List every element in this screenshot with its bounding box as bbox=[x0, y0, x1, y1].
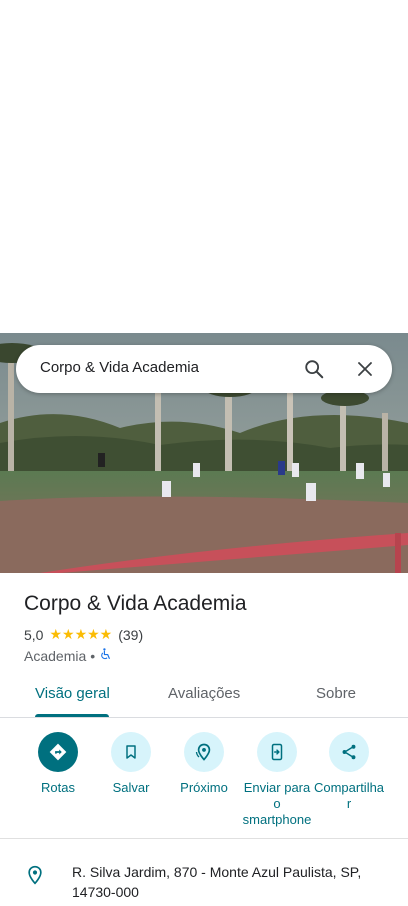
share-button[interactable]: Compartilhar bbox=[313, 732, 385, 812]
tab-overview[interactable]: Visão geral bbox=[35, 685, 110, 702]
rating-row[interactable]: 5,0 ★★★★★ (39) bbox=[24, 626, 143, 643]
rating-stars: ★★★★★ bbox=[49, 626, 113, 642]
share-icon[interactable] bbox=[329, 732, 369, 772]
address-text[interactable]: R. Silva Jardim, 870 - Monte Azul Paulis… bbox=[72, 862, 392, 902]
map-area-blank bbox=[0, 0, 408, 333]
wheelchair-accessible-icon bbox=[99, 647, 112, 664]
category-row: Academia • bbox=[24, 647, 112, 664]
location-pin-icon bbox=[25, 864, 45, 891]
place-category: Academia bbox=[24, 647, 87, 664]
nearby-button[interactable]: Próximo bbox=[168, 732, 240, 796]
nearby-icon[interactable] bbox=[184, 732, 224, 772]
directions-icon[interactable] bbox=[38, 732, 78, 772]
review-count[interactable]: (39) bbox=[118, 627, 143, 643]
share-label: Compartilhar bbox=[313, 780, 385, 811]
tab-reviews[interactable]: Avaliações bbox=[168, 685, 240, 702]
place-tabs: Visão geral Avaliações Sobre bbox=[0, 672, 408, 718]
bookmark-icon[interactable] bbox=[111, 732, 151, 772]
separator-dot: • bbox=[90, 647, 96, 664]
search-query-text[interactable]: Corpo & Vida Academia bbox=[40, 359, 199, 376]
place-title: Corpo & Vida Academia bbox=[24, 592, 247, 615]
active-tab-indicator bbox=[35, 714, 109, 717]
close-icon[interactable] bbox=[353, 357, 377, 381]
send-to-phone-button[interactable]: Enviar para o smartphone bbox=[241, 732, 313, 828]
rating-value: 5,0 bbox=[24, 626, 44, 643]
tab-about[interactable]: Sobre bbox=[316, 685, 356, 702]
save-button[interactable]: Salvar bbox=[95, 732, 167, 796]
send-to-phone-icon[interactable] bbox=[257, 732, 297, 772]
search-icon[interactable] bbox=[302, 357, 326, 381]
section-divider bbox=[0, 838, 408, 839]
directions-label: Rotas bbox=[41, 780, 75, 795]
nearby-label: Próximo bbox=[180, 780, 228, 795]
save-label: Salvar bbox=[112, 780, 150, 795]
send-to-phone-label: Enviar para o smartphone bbox=[242, 780, 312, 827]
directions-button[interactable]: Rotas bbox=[22, 732, 94, 796]
search-bar[interactable]: Corpo & Vida Academia bbox=[16, 345, 392, 393]
